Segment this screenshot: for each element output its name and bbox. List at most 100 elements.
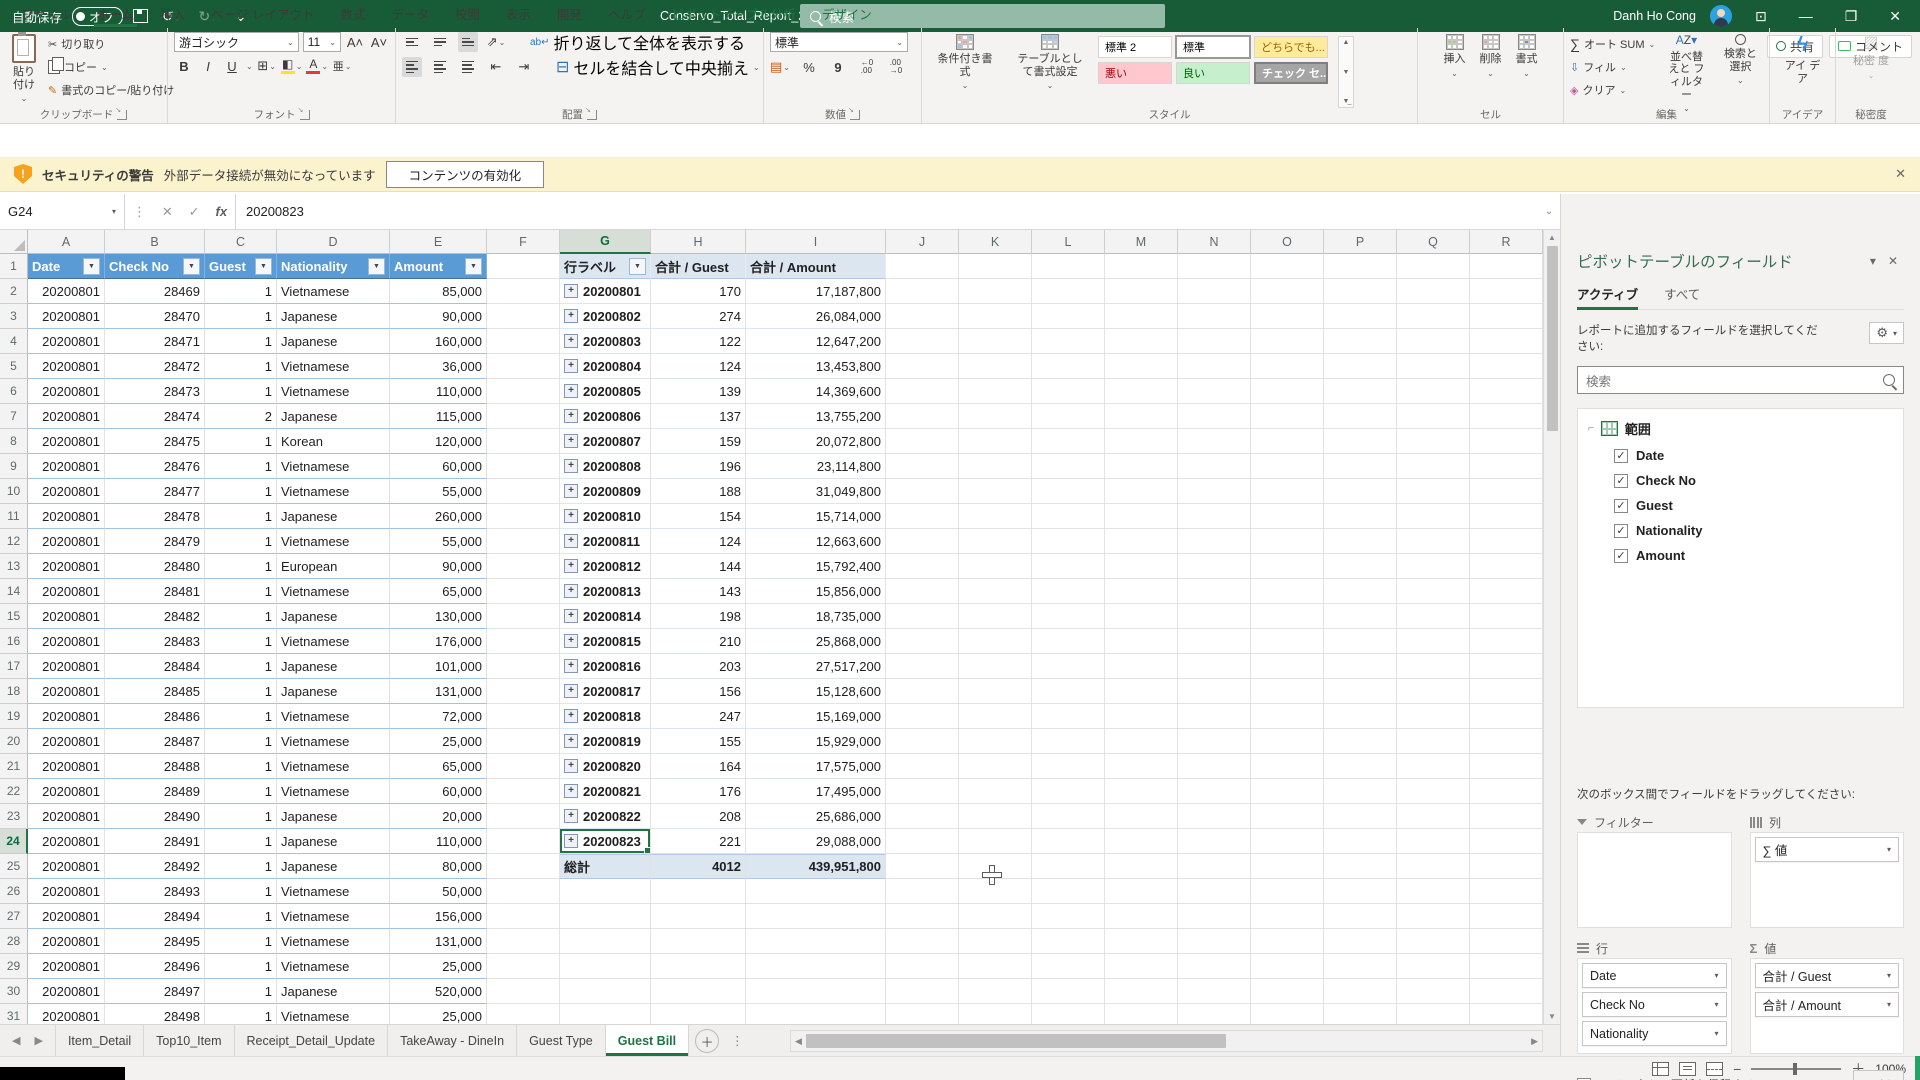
cell-K12[interactable] bbox=[959, 529, 1032, 554]
cell-C16[interactable]: 1 bbox=[205, 629, 277, 654]
copy-button[interactable]: コピー⌄ bbox=[48, 57, 174, 77]
cell-N7[interactable] bbox=[1178, 404, 1251, 429]
chip-dropdown-icon[interactable]: ▾ bbox=[1714, 1000, 1718, 1009]
ribbon-tab-開発[interactable]: 開発 bbox=[544, 0, 595, 27]
expand-icon[interactable]: + bbox=[564, 284, 578, 298]
cell-I14[interactable]: 15,856,000 bbox=[746, 579, 886, 604]
cell-J12[interactable] bbox=[886, 529, 959, 554]
cell-L6[interactable] bbox=[1032, 379, 1105, 404]
cell-D10[interactable]: Vietnamese bbox=[277, 479, 390, 504]
cell-I31[interactable] bbox=[746, 1004, 886, 1024]
cell-M24[interactable] bbox=[1105, 829, 1178, 854]
row-header-19[interactable]: 19 bbox=[0, 704, 28, 729]
cell-N1[interactable] bbox=[1178, 254, 1251, 279]
cell-M4[interactable] bbox=[1105, 329, 1178, 354]
cell-B25[interactable]: 28492 bbox=[105, 854, 205, 879]
cell-A20[interactable]: 20200801 bbox=[28, 729, 105, 754]
cell-G14[interactable]: +20200813 bbox=[560, 579, 651, 604]
cell-A16[interactable]: 20200801 bbox=[28, 629, 105, 654]
cell-L31[interactable] bbox=[1032, 1004, 1105, 1024]
cell-K16[interactable] bbox=[959, 629, 1032, 654]
cell-O5[interactable] bbox=[1251, 354, 1324, 379]
cell-G5[interactable]: +20200804 bbox=[560, 354, 651, 379]
cell-N24[interactable] bbox=[1178, 829, 1251, 854]
cell-L27[interactable] bbox=[1032, 904, 1105, 929]
cell-C23[interactable]: 1 bbox=[205, 804, 277, 829]
cell-N27[interactable] bbox=[1178, 904, 1251, 929]
expand-icon[interactable]: + bbox=[564, 684, 578, 698]
cell-D23[interactable]: Japanese bbox=[277, 804, 390, 829]
increase-font-icon[interactable]: A˄ bbox=[345, 32, 365, 52]
cell-G23[interactable]: +20200822 bbox=[560, 804, 651, 829]
cell-F9[interactable] bbox=[487, 454, 560, 479]
cell-F24[interactable] bbox=[487, 829, 560, 854]
cell-R26[interactable] bbox=[1470, 879, 1543, 904]
cell-G13[interactable]: +20200812 bbox=[560, 554, 651, 579]
row-header-23[interactable]: 23 bbox=[0, 804, 28, 829]
cell-I27[interactable] bbox=[746, 904, 886, 929]
cell-Q11[interactable] bbox=[1397, 504, 1470, 529]
percent-style-button[interactable]: % bbox=[799, 57, 819, 77]
field-checkbox-icon[interactable]: ✓ bbox=[1614, 524, 1628, 538]
cell-F1[interactable] bbox=[487, 254, 560, 279]
cell-F14[interactable] bbox=[487, 579, 560, 604]
cell-M5[interactable] bbox=[1105, 354, 1178, 379]
cell-P29[interactable] bbox=[1324, 954, 1397, 979]
cell-R11[interactable] bbox=[1470, 504, 1543, 529]
row-header-18[interactable]: 18 bbox=[0, 679, 28, 704]
dismiss-warning-icon[interactable]: ✕ bbox=[1895, 166, 1906, 182]
enter-icon[interactable]: ✓ bbox=[189, 204, 200, 220]
pane-close-icon[interactable]: ✕ bbox=[1882, 254, 1904, 268]
row-header-10[interactable]: 10 bbox=[0, 479, 28, 504]
cell-B3[interactable]: 28470 bbox=[105, 304, 205, 329]
ribbon-tab-ピボットテーブル分析[interactable]: ピボットテーブル分析 bbox=[659, 0, 809, 27]
expand-icon[interactable]: + bbox=[564, 459, 578, 473]
cell-I8[interactable]: 20,072,800 bbox=[746, 429, 886, 454]
filters-drop-area[interactable] bbox=[1577, 832, 1732, 928]
cell-J30[interactable] bbox=[886, 979, 959, 1004]
defer-layout-checkbox[interactable]: レイアウトの更新を保留する bbox=[1577, 1076, 1755, 1080]
horizontal-scroll-thumb[interactable] bbox=[806, 1034, 1226, 1048]
cell-R30[interactable] bbox=[1470, 979, 1543, 1004]
cell-E7[interactable]: 115,000 bbox=[390, 404, 487, 429]
cell-R19[interactable] bbox=[1470, 704, 1543, 729]
ribbon-tab-ホーム[interactable]: ホーム bbox=[84, 0, 147, 27]
cell-G3[interactable]: +20200802 bbox=[560, 304, 651, 329]
cell-F2[interactable] bbox=[487, 279, 560, 304]
cell-N13[interactable] bbox=[1178, 554, 1251, 579]
filter-dropdown-icon[interactable]: ▼ bbox=[368, 258, 385, 275]
row-header-7[interactable]: 7 bbox=[0, 404, 28, 429]
cell-R12[interactable] bbox=[1470, 529, 1543, 554]
cell-Q15[interactable] bbox=[1397, 604, 1470, 629]
row-header-5[interactable]: 5 bbox=[0, 354, 28, 379]
cell-F18[interactable] bbox=[487, 679, 560, 704]
cell-J22[interactable] bbox=[886, 779, 959, 804]
insert-function-icon[interactable]: fx bbox=[215, 204, 227, 219]
merge-center-button[interactable]: ⊟セルを結合して中央揃え⌄ bbox=[556, 57, 760, 77]
cell-P24[interactable] bbox=[1324, 829, 1397, 854]
cell-O20[interactable] bbox=[1251, 729, 1324, 754]
italic-button[interactable]: I bbox=[198, 56, 218, 76]
cell-O23[interactable] bbox=[1251, 804, 1324, 829]
cell-F19[interactable] bbox=[487, 704, 560, 729]
cell-Q4[interactable] bbox=[1397, 329, 1470, 354]
cell-J5[interactable] bbox=[886, 354, 959, 379]
cell-L20[interactable] bbox=[1032, 729, 1105, 754]
chip-dropdown-icon[interactable]: ▾ bbox=[1887, 971, 1891, 980]
field-item-Guest[interactable]: ✓Guest bbox=[1614, 498, 1893, 513]
expand-icon[interactable]: + bbox=[564, 384, 578, 398]
cell-J1[interactable] bbox=[886, 254, 959, 279]
field-item-Check No[interactable]: ✓Check No bbox=[1614, 473, 1893, 488]
cell-O21[interactable] bbox=[1251, 754, 1324, 779]
cell-C17[interactable]: 1 bbox=[205, 654, 277, 679]
cell-Q7[interactable] bbox=[1397, 404, 1470, 429]
conditional-formatting-button[interactable]: 条件付き書式⌄ bbox=[928, 32, 1002, 108]
cell-R15[interactable] bbox=[1470, 604, 1543, 629]
cell-R18[interactable] bbox=[1470, 679, 1543, 704]
formula-input[interactable]: 20200823 bbox=[236, 194, 1538, 229]
cell-M21[interactable] bbox=[1105, 754, 1178, 779]
pane-tab-すべて[interactable]: すべて bbox=[1664, 284, 1700, 309]
cell-G7[interactable]: +20200806 bbox=[560, 404, 651, 429]
cell-H19[interactable]: 247 bbox=[651, 704, 746, 729]
clipboard-dialog-launcher[interactable] bbox=[117, 110, 127, 120]
